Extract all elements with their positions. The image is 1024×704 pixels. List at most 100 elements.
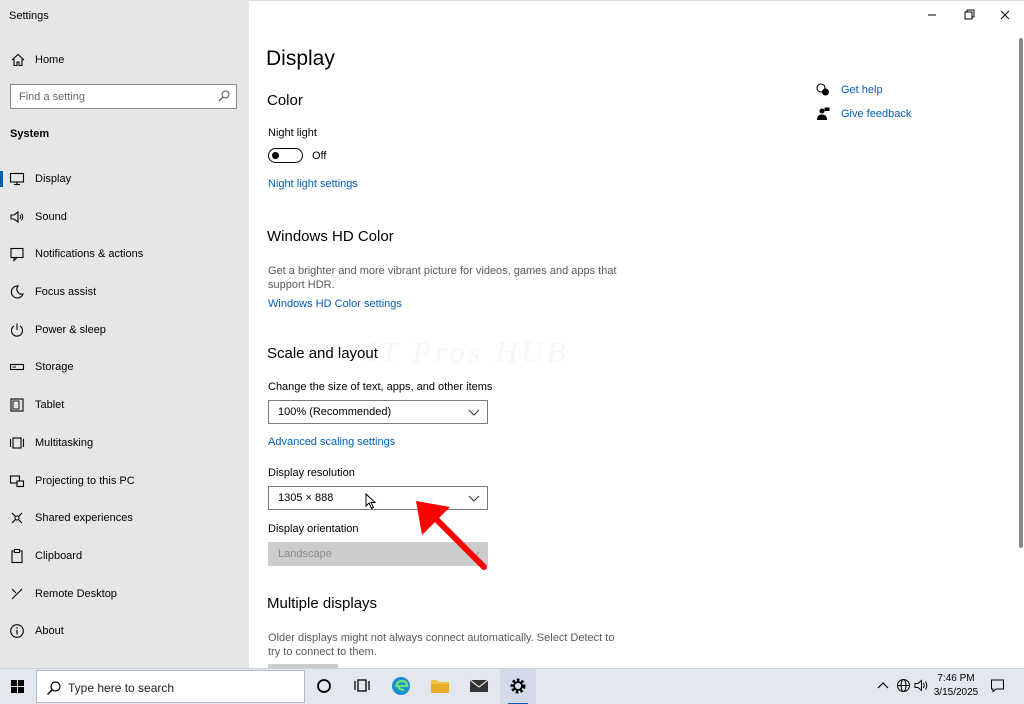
windows-start-icon[interactable]: [0, 669, 35, 704]
sidebar-item-multitasking[interactable]: Multitasking: [0, 424, 249, 462]
sidebar-item-about[interactable]: About: [0, 612, 249, 650]
find-setting-input[interactable]: [11, 85, 201, 108]
power-icon: [10, 323, 24, 337]
sidebar-home-label: Home: [35, 54, 65, 66]
sidebar-item-label: Display: [35, 173, 72, 185]
resolution-dropdown-value: 1305 × 888: [278, 492, 334, 504]
clock-time: 7:46 PM: [937, 673, 975, 684]
sidebar-item-clipboard[interactable]: Clipboard: [0, 537, 249, 575]
mouse-cursor-icon: [365, 493, 377, 510]
sidebar-item-projecting[interactable]: Projecting to this PC: [0, 462, 249, 500]
sidebar-item-label: Multitasking: [35, 436, 94, 449]
hd-color-description: Get a brighter and more vibrant picture …: [268, 265, 617, 291]
taskbar-search-placeholder: Type here to search: [68, 681, 175, 695]
sidebar-item-display[interactable]: Display: [0, 160, 249, 198]
mail-icon[interactable]: [468, 675, 490, 697]
taskbar-settings-app[interactable]: [500, 669, 536, 704]
orientation-label: Display orientation: [268, 523, 359, 535]
sidebar-item-focus-assist[interactable]: Focus assist: [0, 273, 249, 311]
sidebar-item-label: Sound: [35, 210, 67, 223]
sidebar-item-notifications[interactable]: Notifications & actions: [0, 235, 249, 273]
sidebar-item-shared-experiences[interactable]: Shared experiences: [0, 499, 249, 537]
watermark: IT Pros HUB: [367, 336, 570, 369]
file-explorer-icon[interactable]: [429, 675, 451, 697]
sidebar: Settings Home System Display Sound: [0, 0, 249, 668]
search-icon[interactable]: [218, 90, 230, 102]
settings-window: Settings Home System Display Sound: [0, 0, 1024, 704]
resolution-label: Display resolution: [268, 467, 355, 479]
feedback-icon: [817, 107, 830, 120]
task-view-icon[interactable]: [351, 675, 373, 697]
heading-color: Color: [267, 92, 303, 109]
remote-desktop-icon: [11, 588, 23, 599]
restore-icon[interactable]: [959, 6, 979, 24]
network-globe-icon[interactable]: [896, 678, 911, 693]
gear-icon: [510, 678, 526, 694]
taskbar-search[interactable]: Type here to search: [36, 670, 305, 703]
orientation-dropdown-value: Landscape: [278, 548, 332, 560]
sidebar-item-label: Notifications & actions: [35, 248, 144, 261]
home-icon: [11, 53, 25, 67]
scrollbar[interactable]: [1019, 38, 1023, 548]
sidebar-item-label: Shared experiences: [35, 512, 133, 525]
clipboard-icon: [11, 548, 23, 563]
night-light-label: Night light: [268, 127, 317, 139]
advanced-scaling-link[interactable]: Advanced scaling settings: [268, 436, 395, 448]
app-title: Settings: [9, 10, 49, 22]
edge-browser-icon[interactable]: [390, 675, 412, 697]
speaker-icon: [10, 210, 24, 223]
multitasking-icon: [9, 437, 25, 449]
heading-scale-layout: Scale and layout: [267, 345, 378, 362]
sidebar-item-remote-desktop[interactable]: Remote Desktop: [0, 575, 249, 613]
close-icon[interactable]: [995, 6, 1015, 24]
sidebar-home[interactable]: Home: [0, 50, 249, 70]
help-chat-icon: [816, 83, 829, 96]
cortana-icon[interactable]: [313, 675, 335, 697]
taskbar: Type here to search 7:46 PM 3/15/2025: [0, 668, 1024, 704]
info-icon: [10, 624, 24, 639]
toggle-knob: [272, 151, 279, 159]
sidebar-item-tablet[interactable]: Tablet: [0, 386, 249, 424]
projecting-icon: [9, 474, 25, 487]
page-title: Display: [266, 47, 335, 70]
sidebar-item-label: Projecting to this PC: [35, 474, 135, 487]
action-center-icon[interactable]: [990, 678, 1005, 693]
chevron-down-icon: [468, 409, 480, 416]
chevron-up-icon[interactable]: [877, 680, 889, 692]
sidebar-item-label: Remote Desktop: [35, 587, 117, 600]
sidebar-nav: Display Sound Notifications & actions Fo…: [0, 160, 249, 650]
hd-color-settings-link[interactable]: Windows HD Color settings: [268, 298, 402, 310]
scale-dropdown[interactable]: 100% (Recommended): [268, 400, 488, 424]
sidebar-item-label: Storage: [35, 361, 74, 374]
sidebar-item-label: Tablet: [35, 399, 65, 412]
heading-hd-color: Windows HD Color: [267, 228, 394, 245]
volume-icon[interactable]: [914, 678, 929, 693]
sidebar-item-label: Clipboard: [35, 549, 83, 562]
search-icon: [47, 681, 61, 695]
sidebar-item-label: About: [35, 625, 64, 638]
minimize-icon[interactable]: [922, 6, 942, 24]
notification-icon: [10, 248, 24, 263]
tablet-icon: [10, 398, 24, 412]
give-feedback-label: Give feedback: [841, 108, 912, 120]
shared-experiences-icon: [11, 512, 23, 524]
annotation-arrow-icon: [416, 501, 487, 570]
sidebar-item-sound[interactable]: Sound: [0, 198, 249, 236]
heading-multiple-displays: Multiple displays: [267, 595, 378, 612]
sidebar-item-storage[interactable]: Storage: [0, 348, 249, 386]
sidebar-item-label: Power & sleep: [35, 323, 106, 336]
sidebar-item-label: Focus assist: [35, 286, 97, 299]
scale-dropdown-value: 100% (Recommended): [278, 406, 392, 418]
night-light-settings-link[interactable]: Night light settings: [268, 178, 358, 190]
taskbar-clock[interactable]: 7:46 PM 3/15/2025: [930, 672, 982, 700]
clock-date: 3/15/2025: [933, 687, 979, 698]
night-light-toggle[interactable]: [268, 148, 303, 163]
find-setting-search[interactable]: [10, 84, 237, 109]
text-size-label: Change the size of text, apps, and other…: [268, 381, 493, 393]
moon-icon: [10, 285, 24, 299]
sidebar-item-power-sleep[interactable]: Power & sleep: [0, 311, 249, 349]
storage-icon: [9, 364, 25, 371]
night-light-state: Off: [312, 150, 327, 162]
get-help-label: Get help: [841, 84, 883, 96]
main-content: Display Color Night light Off Night ligh…: [249, 0, 1024, 668]
